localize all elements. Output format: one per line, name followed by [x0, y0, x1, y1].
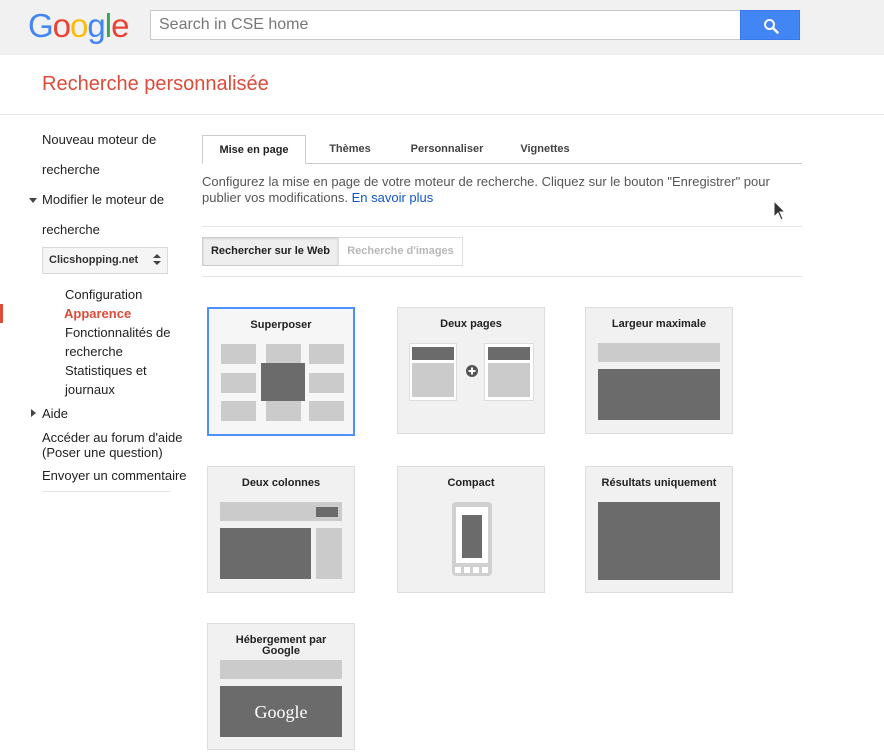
thumb-block: [220, 528, 311, 579]
caret-down-icon[interactable]: [29, 198, 37, 203]
layout-card-title: Résultats uniquement: [601, 477, 717, 489]
sidebar-item-features-cont[interactable]: recherche: [65, 342, 123, 361]
divider: [202, 226, 802, 227]
title-bar: Recherche personnalisée: [0, 55, 884, 115]
layout-card-compact[interactable]: Compact: [397, 466, 545, 593]
thumb-block: [488, 363, 530, 397]
sidebar-item-forum-cont[interactable]: (Poser une question): [42, 445, 163, 461]
sidebar-item-statistics[interactable]: Statistiques et: [65, 361, 147, 380]
search-input[interactable]: Search in CSE home: [150, 10, 741, 40]
thumb-block: [412, 363, 454, 397]
thumb-block: [309, 401, 344, 421]
page-title: Recherche personnalisée: [42, 73, 269, 95]
engine-select[interactable]: Clicshopping.net: [42, 247, 168, 274]
tab-layout[interactable]: Mise en page: [202, 135, 306, 164]
sidebar-item-edit-engine-cont[interactable]: recherche: [42, 222, 100, 238]
description-text: Configurez la mise en page de votre mote…: [202, 174, 770, 205]
learn-more-link[interactable]: En savoir plus: [352, 190, 434, 205]
sidebar-item-new-engine[interactable]: Nouveau moteur de: [42, 132, 156, 148]
sidebar-item-features[interactable]: Fonctionnalités de: [65, 323, 171, 342]
thumb-block: [309, 373, 344, 393]
tab-customize[interactable]: Personnaliser: [398, 135, 496, 164]
layout-card-title: Deux colonnes: [241, 477, 321, 489]
thumb-block: [598, 343, 720, 362]
layout-card-results-only[interactable]: Résultats uniquement: [585, 466, 733, 593]
mouse-cursor-icon: [773, 200, 787, 221]
thumb-block: [266, 344, 301, 364]
google-logo[interactable]: Google: [28, 7, 129, 44]
tab-thumbnails[interactable]: Vignettes: [508, 135, 582, 164]
search-button[interactable]: [740, 10, 800, 40]
sidebar-item-edit-engine[interactable]: Modifier le moteur de: [42, 192, 164, 208]
divider: [202, 276, 802, 277]
logo-letter: g: [87, 7, 105, 44]
thumb-block: [220, 660, 342, 679]
thumb-block: [221, 344, 256, 364]
sidebar-item-appearance[interactable]: Apparence: [64, 304, 131, 323]
thumb-block: [316, 507, 338, 517]
sidebar-item-new-engine-cont[interactable]: recherche: [42, 162, 100, 178]
caret-right-icon[interactable]: [31, 409, 36, 417]
layout-card-two-pages[interactable]: Deux pages: [397, 307, 545, 434]
thumb-block: Google: [220, 686, 342, 737]
segment-web-search[interactable]: Rechercher sur le Web: [202, 237, 339, 266]
plus-circle-icon: [466, 365, 478, 377]
layout-card-title: Largeur maximale: [611, 318, 707, 330]
phone-icon: [452, 502, 492, 576]
thumb-block: [412, 347, 454, 360]
layout-card-title: Deux pages: [440, 318, 502, 330]
thumb-block: [598, 369, 720, 420]
logo-letter: o: [70, 7, 88, 44]
thumb-block: [488, 347, 530, 360]
sidebar-divider: [42, 491, 170, 492]
layout-card-two-columns[interactable]: Deux colonnes: [207, 466, 355, 593]
tab-themes[interactable]: Thèmes: [312, 135, 388, 164]
tab-bar: Mise en page Thèmes Personnaliser Vignet…: [202, 135, 802, 164]
layout-card-title: Superposer: [250, 319, 312, 331]
sidebar-item-forum[interactable]: Accéder au forum d'aide: [42, 430, 183, 446]
thumb-google-text: Google: [254, 702, 308, 722]
thumb-block: [309, 344, 344, 364]
search-icon: [764, 19, 779, 34]
thumb-block: [266, 401, 301, 421]
layout-card-overlay[interactable]: Superposer: [207, 307, 355, 436]
sidebar-item-statistics-cont[interactable]: journaux: [65, 380, 115, 399]
top-bar: Google Search in CSE home: [0, 0, 884, 55]
logo-letter: G: [28, 7, 54, 44]
sidebar-item-help[interactable]: Aide: [42, 406, 68, 422]
thumb-overlay-block: [261, 363, 305, 401]
thumb-block: [598, 502, 720, 580]
engine-select-value: Clicshopping.net: [49, 254, 139, 266]
layout-card-title: Google: [262, 645, 300, 657]
thumb-block: [221, 373, 256, 393]
logo-letter: e: [111, 7, 129, 44]
logo-letter: o: [52, 7, 71, 44]
layout-card-full-width[interactable]: Largeur maximale: [585, 307, 733, 434]
segment-image-search[interactable]: Recherche d'images: [338, 237, 463, 266]
sidebar-item-configuration[interactable]: Configuration: [65, 285, 142, 304]
sidebar: Nouveau moteur de recherche Modifier le …: [0, 125, 190, 505]
select-arrows-icon: [153, 254, 161, 267]
thumb-block: [316, 528, 342, 579]
layout-description: Configurez la mise en page de votre mote…: [202, 174, 802, 206]
sidebar-item-feedback[interactable]: Envoyer un commentaire: [42, 468, 187, 484]
layout-card-title: Compact: [447, 477, 495, 489]
thumb-block: [221, 401, 256, 421]
layout-card-google-hosted[interactable]: Hébergement par Google Google: [207, 623, 355, 750]
